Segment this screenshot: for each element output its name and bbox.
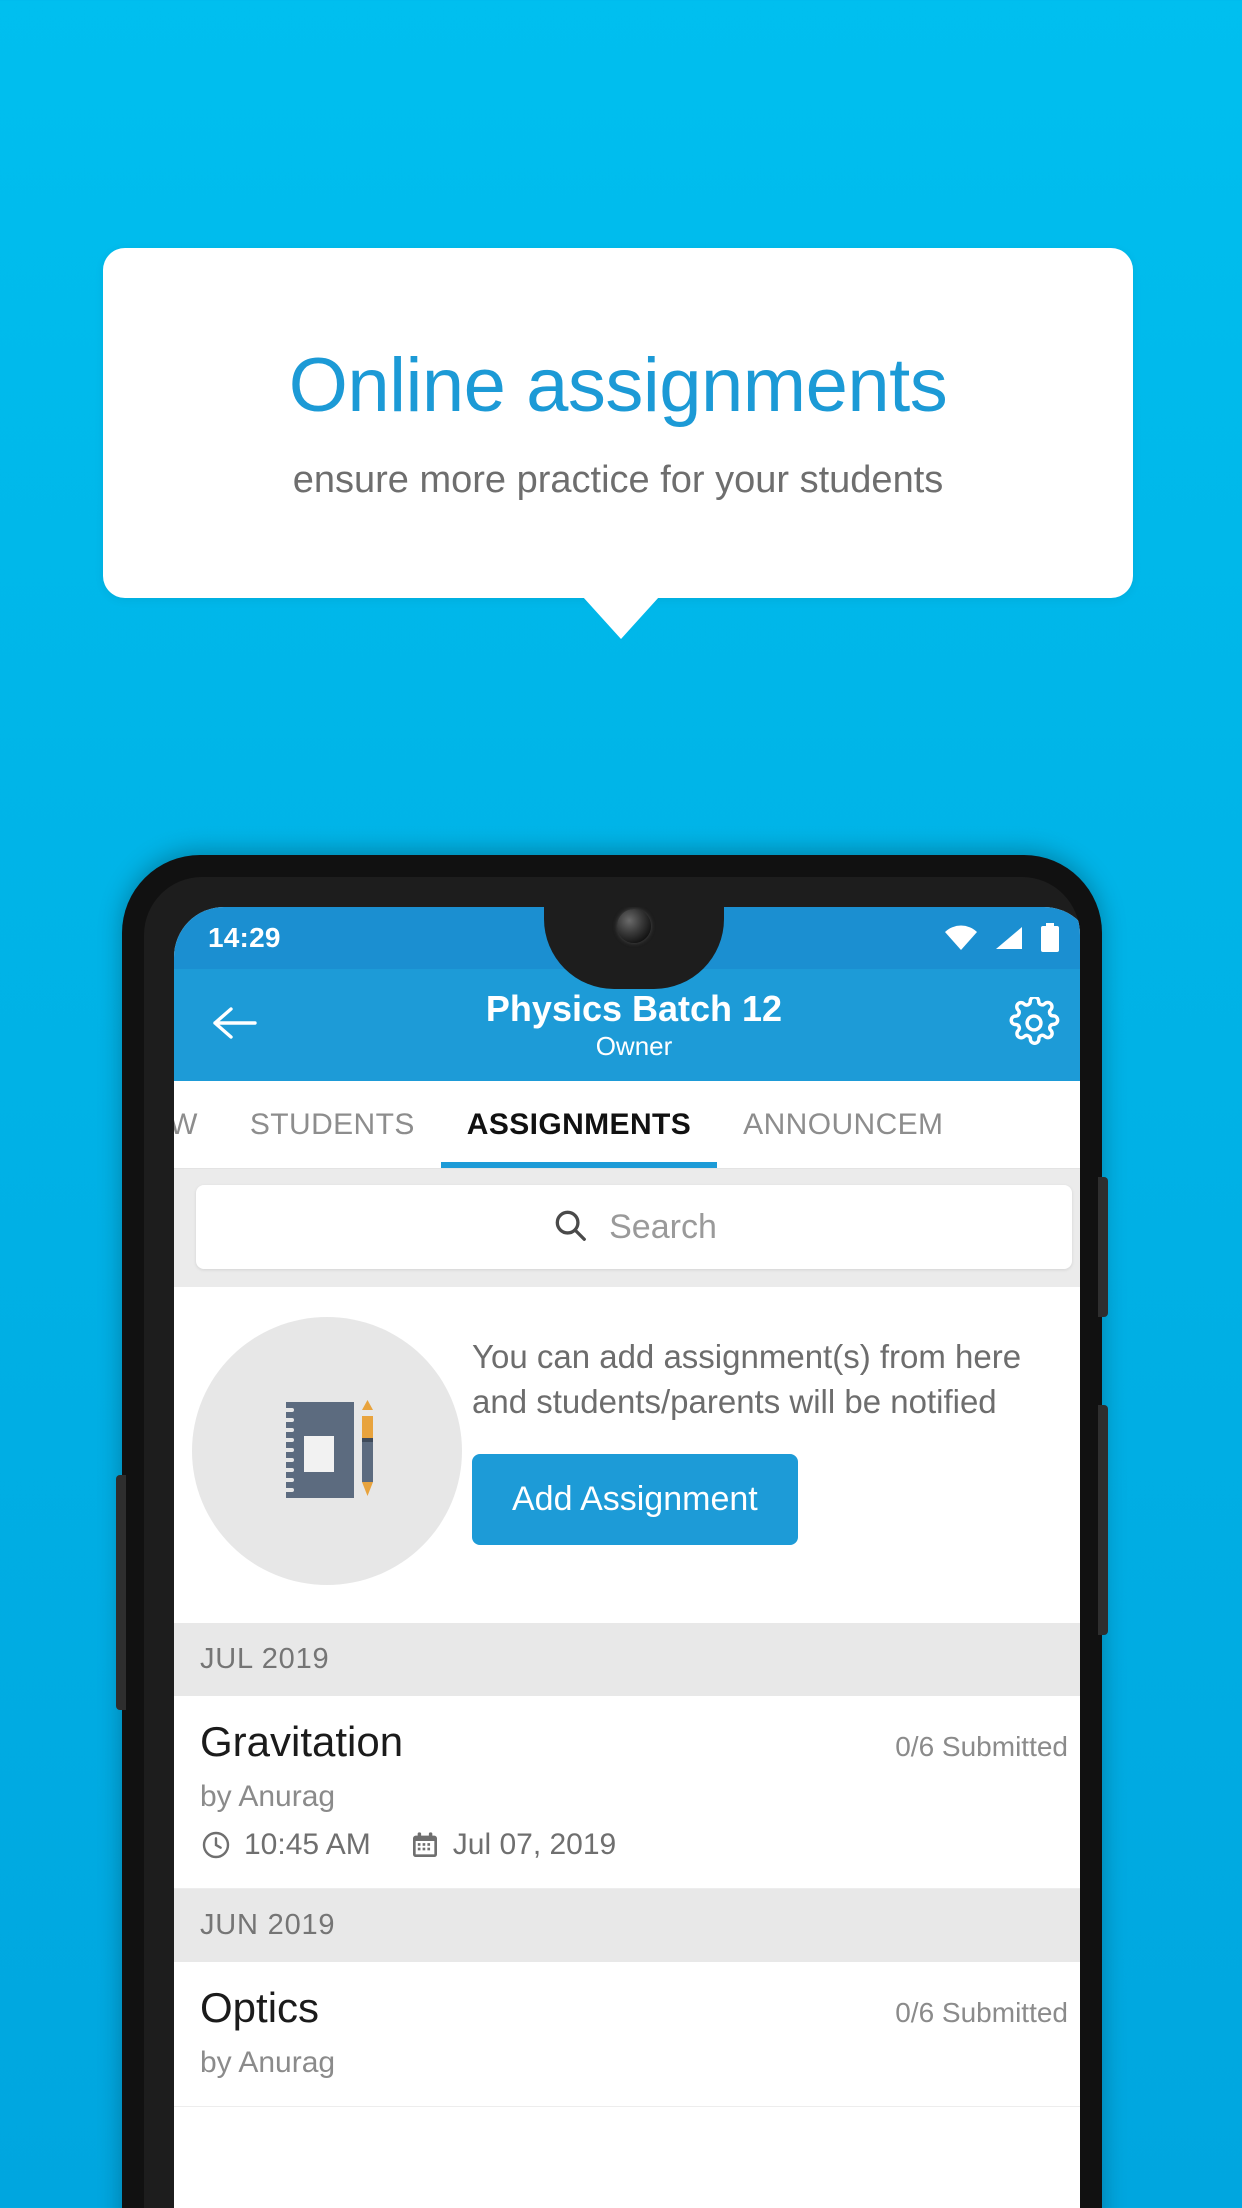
- assignment-status: 0/6 Submitted: [895, 1997, 1068, 2028]
- section-header-jun: JUN 2019: [174, 1889, 1080, 1962]
- empty-state-text: You can add assignment(s) from here and …: [472, 1338, 1022, 1420]
- phone-left-button[interactable]: [116, 1475, 126, 1710]
- notebook-and-pen-icon: [252, 1374, 402, 1529]
- section-header-jul: JUL 2019: [174, 1623, 1080, 1696]
- tab-announcements[interactable]: ANNOUNCEM: [717, 1081, 969, 1168]
- status-bar-icons: [944, 923, 1060, 953]
- search-container: Search: [174, 1169, 1080, 1287]
- empty-state-illustration: [192, 1317, 462, 1585]
- page-subtitle: Owner: [595, 1031, 673, 1062]
- assignment-time: 10:45 AM: [244, 1828, 371, 1861]
- app-bar-titles: Physics Batch 12 Owner: [266, 988, 1002, 1062]
- tab-bar: IEW STUDENTS ASSIGNMENTS ANNOUNCEM: [174, 1081, 1080, 1169]
- empty-state-card: You can add assignment(s) from here and …: [174, 1287, 1080, 1623]
- battery-icon: [1040, 923, 1060, 953]
- assignment-row-top: Optics 0/6 Submitted: [200, 1984, 1068, 2032]
- phone-power-button[interactable]: [1098, 1405, 1108, 1635]
- calendar-icon: [409, 1829, 441, 1861]
- promo-card: Online assignments ensure more practice …: [103, 248, 1133, 598]
- empty-state-body: You can add assignment(s) from here and …: [472, 1317, 1068, 1546]
- wifi-icon: [944, 925, 978, 951]
- assignment-row-top: Gravitation 0/6 Submitted: [200, 1718, 1068, 1766]
- assignment-author: by Anurag: [200, 1780, 336, 1813]
- phone-device-frame: 14:29 Physics Batch 12 Owner STUDENTS AS…: [116, 855, 1108, 2208]
- phone-volume-button[interactable]: [1098, 1177, 1108, 1317]
- phone-bezel: 14:29 Physics Batch 12 Owner STUDENTS AS…: [144, 877, 1080, 2208]
- tab-assignments[interactable]: ASSIGNMENTS: [440, 1081, 718, 1168]
- tab-students[interactable]: STUDENTS: [224, 1081, 441, 1168]
- status-bar-time: 14:29: [208, 922, 281, 953]
- assignment-author: by Anurag: [200, 2046, 336, 2079]
- app-bar: Physics Batch 12 Owner: [174, 969, 1080, 1081]
- add-assignment-button[interactable]: Add Assignment: [472, 1454, 798, 1546]
- phone-screen: 14:29 Physics Batch 12 Owner STUDENTS AS…: [174, 907, 1080, 2208]
- search-input[interactable]: Search: [196, 1185, 1072, 1269]
- assignment-row-gravitation[interactable]: Gravitation 0/6 Submitted by Anurag 10:4…: [174, 1696, 1080, 1889]
- assignment-name: Gravitation: [200, 1718, 404, 1765]
- settings-button[interactable]: [1002, 993, 1066, 1057]
- assignment-date: Jul 07, 2019: [452, 1828, 617, 1861]
- assignment-status: 0/6 Submitted: [895, 1731, 1068, 1762]
- status-bar: 14:29: [174, 907, 1080, 969]
- promo-bubble-tail: [583, 597, 659, 639]
- assignment-row-optics[interactable]: Optics 0/6 Submitted by Anurag: [174, 1962, 1080, 2107]
- search-placeholder: Search: [609, 1207, 717, 1246]
- back-button[interactable]: [202, 993, 266, 1057]
- tab-overview[interactable]: IEW: [174, 1081, 224, 1168]
- signal-icon: [994, 925, 1024, 951]
- assignment-meta: 10:45 AM Jul 07, 2019: [200, 1828, 1068, 1862]
- promo-subtitle: ensure more practice for your students: [292, 459, 944, 502]
- gear-icon: [1008, 994, 1060, 1054]
- promo-title: Online assignments: [288, 342, 948, 428]
- back-arrow-icon: [211, 1005, 257, 1046]
- clock-icon: [200, 1829, 232, 1861]
- search-icon: [551, 1206, 589, 1249]
- assignment-name: Optics: [200, 1984, 320, 2031]
- page-title: Physics Batch 12: [485, 987, 783, 1029]
